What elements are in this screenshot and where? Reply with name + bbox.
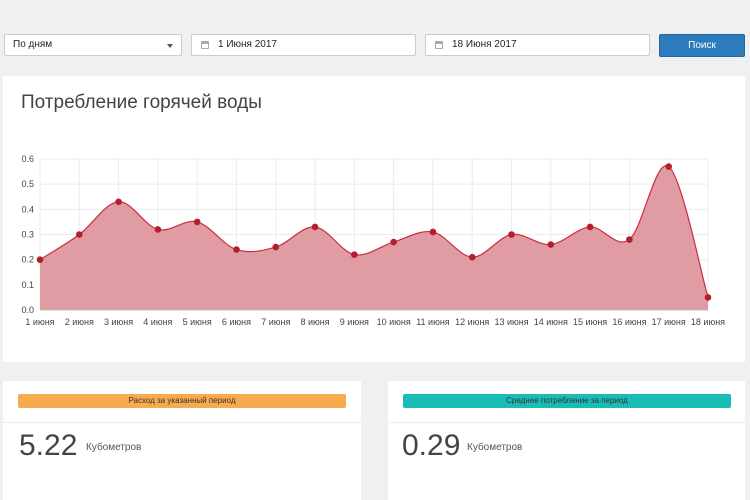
divider bbox=[3, 422, 361, 423]
date-from-value: 1 Июня 2017 bbox=[218, 39, 277, 50]
y-tick-label: 0.1 bbox=[21, 280, 34, 290]
data-point bbox=[115, 198, 122, 206]
data-point bbox=[586, 223, 594, 231]
chevron-down-icon bbox=[167, 44, 173, 48]
divider bbox=[388, 422, 745, 423]
data-point bbox=[154, 226, 162, 233]
total-unit: Кубометров bbox=[86, 442, 142, 453]
consumption-chart: 0.0 0.1 0.2 0.3 0.4 0.5 0.6 1 июня 2 июня 3 июня 4… bbox=[21, 154, 725, 327]
x-tick-label: 5 июня bbox=[183, 317, 212, 327]
data-point bbox=[665, 163, 673, 170]
average-banner: Среднее потребление за период bbox=[403, 394, 731, 408]
y-tick-label: 0.2 bbox=[21, 255, 34, 265]
data-point bbox=[36, 256, 44, 263]
data-point bbox=[193, 218, 201, 226]
stat-card-total: Расход за указанный период 5.22 Кубометр… bbox=[3, 381, 361, 500]
data-point bbox=[311, 223, 319, 231]
data-point bbox=[429, 228, 437, 236]
chart-card: Потребление горячей воды 0.0 0.1 0.2 0.3 0.4… bbox=[3, 76, 745, 362]
x-tick-label: 16 июня bbox=[612, 317, 646, 327]
y-tick-label: 0.5 bbox=[21, 179, 34, 189]
x-tick-label: 17 июня bbox=[652, 317, 686, 327]
y-tick-label: 0.4 bbox=[21, 204, 34, 214]
y-tick-label: 0.0 bbox=[21, 305, 34, 315]
total-banner: Расход за указанный период bbox=[18, 394, 346, 408]
x-tick-label: 14 июня bbox=[534, 317, 568, 327]
x-tick-label: 1 июня bbox=[25, 317, 54, 327]
date-to-value: 18 Июня 2017 bbox=[452, 39, 517, 50]
average-value: 0.29 bbox=[402, 429, 461, 462]
date-from-field[interactable]: 1 Июня 2017 bbox=[191, 34, 416, 56]
toolbar: По дням 1 Июня 2017 18 Июня 2017 Поиск bbox=[0, 0, 750, 70]
x-tick-label: 15 июня bbox=[573, 317, 607, 327]
calendar-icon bbox=[201, 41, 209, 49]
data-point bbox=[233, 246, 240, 253]
data-point bbox=[75, 231, 83, 238]
x-tick-label: 18 июня bbox=[691, 317, 725, 327]
x-tick-label: 10 июня bbox=[377, 317, 411, 327]
series-area bbox=[40, 165, 708, 310]
x-tick-label: 7 июня bbox=[261, 317, 290, 327]
data-point bbox=[272, 243, 280, 251]
x-tick-label: 2 июня bbox=[65, 317, 94, 327]
data-point bbox=[704, 294, 712, 301]
stat-card-average: Среднее потребление за период 0.29 Кубом… bbox=[388, 381, 745, 500]
x-tick-label: 12 июня bbox=[455, 317, 489, 327]
calendar-icon bbox=[435, 41, 443, 49]
average-unit: Кубометров bbox=[467, 442, 523, 453]
data-point bbox=[626, 236, 633, 243]
period-select-value: По дням bbox=[13, 39, 53, 50]
y-tick-label: 0.3 bbox=[21, 230, 34, 240]
data-point bbox=[390, 238, 397, 246]
search-button[interactable]: Поиск bbox=[659, 34, 745, 57]
x-tick-label: 13 июня bbox=[494, 317, 528, 327]
data-point bbox=[468, 253, 476, 261]
x-tick-label: 4 июня bbox=[143, 317, 172, 327]
y-tick-label: 0.6 bbox=[21, 154, 34, 164]
x-tick-label: 6 июня bbox=[222, 317, 251, 327]
x-tick-label: 9 июня bbox=[340, 317, 369, 327]
data-point bbox=[508, 231, 515, 238]
x-tick-label: 11 июня bbox=[416, 317, 450, 327]
date-to-field[interactable]: 18 Июня 2017 bbox=[425, 34, 650, 56]
data-point bbox=[547, 241, 555, 248]
x-tick-label: 8 июня bbox=[300, 317, 329, 327]
total-value: 5.22 bbox=[19, 429, 78, 462]
period-select[interactable]: По дням bbox=[4, 34, 182, 56]
x-tick-label: 3 июня bbox=[104, 317, 133, 327]
data-point bbox=[351, 251, 358, 258]
